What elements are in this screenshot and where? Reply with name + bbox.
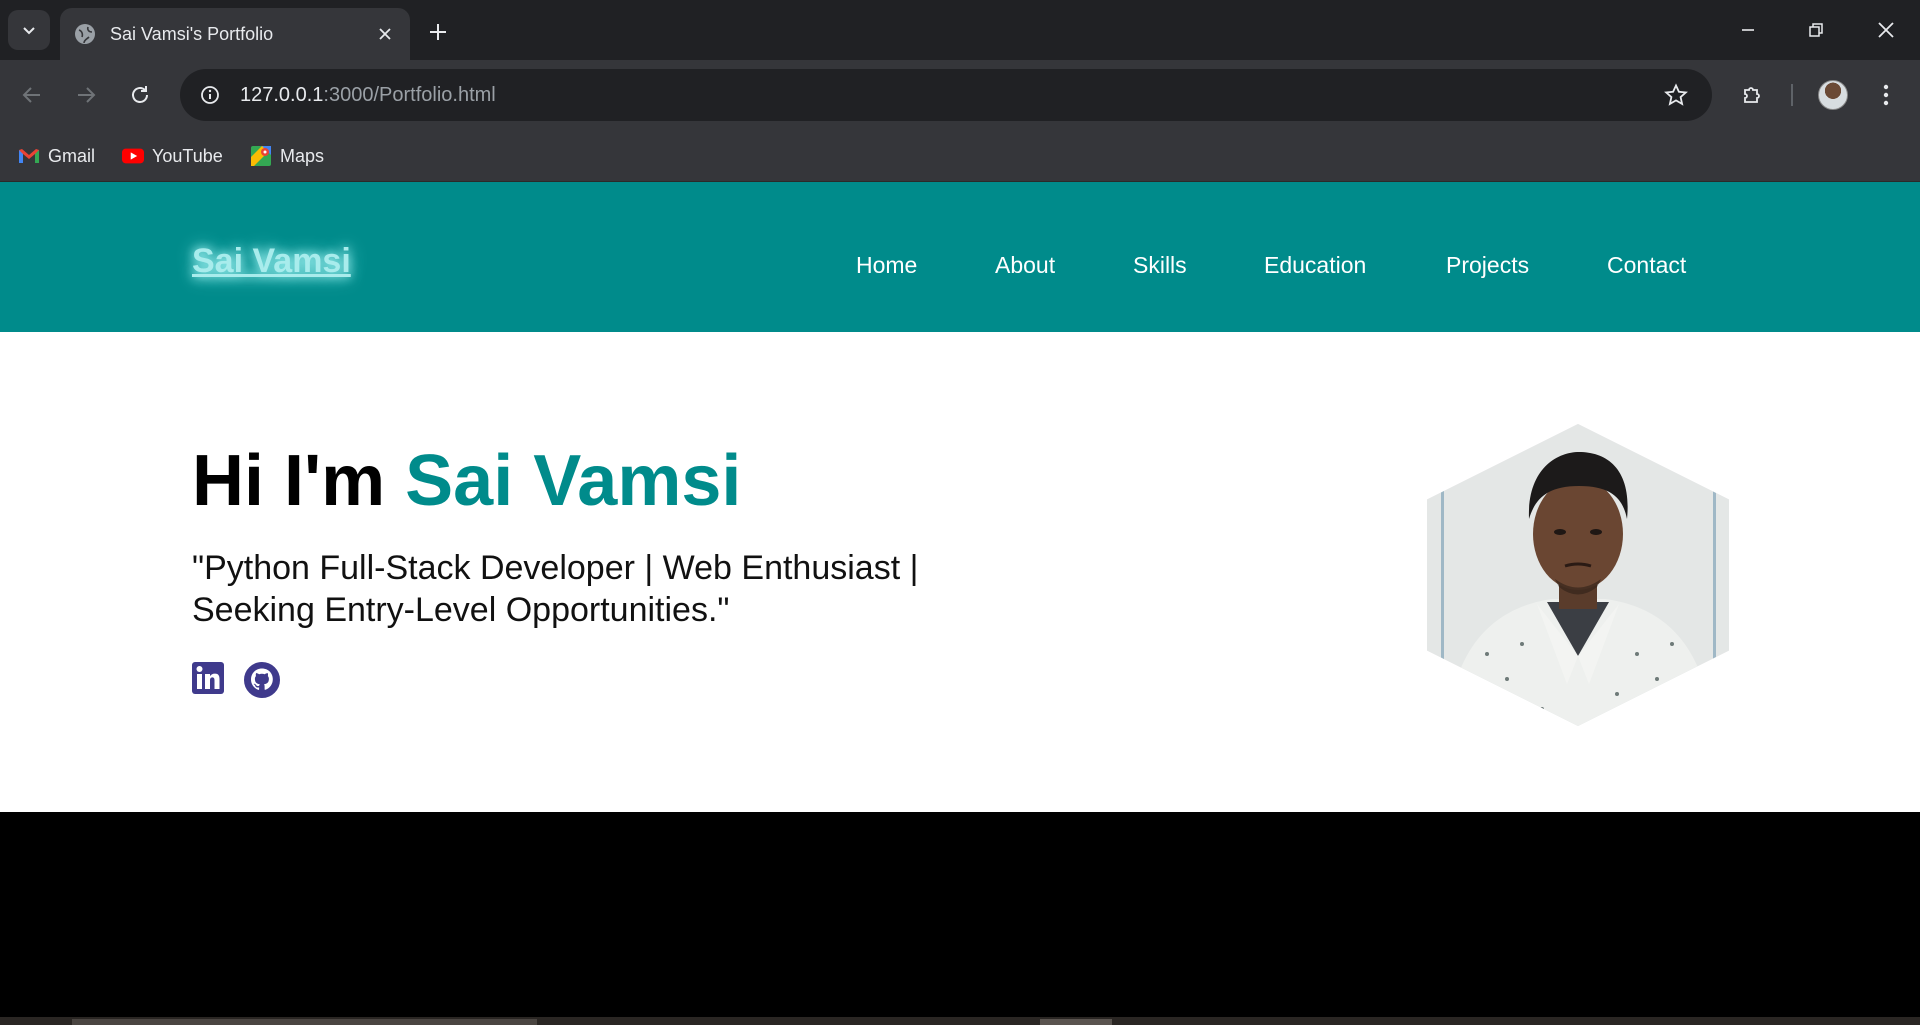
url-host: 127.0.0.1 (240, 83, 324, 106)
profile-avatar[interactable] (1818, 80, 1848, 110)
tab-title: Sai Vamsi's Portfolio (110, 23, 274, 44)
tab-search-button[interactable] (8, 10, 50, 50)
toolbar-divider (1791, 84, 1793, 106)
taskbar-strip (0, 1017, 1920, 1025)
nav-contact[interactable]: Contact (1607, 252, 1686, 279)
profile-photo-image (1427, 424, 1729, 726)
linkedin-icon (192, 662, 224, 694)
github-link[interactable] (244, 662, 280, 698)
linkedin-link[interactable] (192, 662, 228, 698)
brand-logo-link[interactable]: Sai Vamsi (192, 242, 351, 281)
hero-title: Hi I'm Sai Vamsi (192, 440, 741, 522)
gmail-icon (18, 147, 40, 165)
address-bar[interactable]: 127.0.0.1:3000/Portfolio.html (180, 69, 1712, 121)
github-icon (244, 662, 280, 698)
nav-projects[interactable]: Projects (1446, 252, 1529, 279)
nav-skills[interactable]: Skills (1133, 252, 1187, 279)
nav-home[interactable]: Home (856, 252, 917, 279)
bookmark-maps[interactable]: Maps (250, 142, 324, 170)
bookmark-label: YouTube (152, 145, 223, 166)
forward-button[interactable] (68, 77, 104, 113)
close-window-button[interactable] (1858, 10, 1914, 50)
bookmark-label: Gmail (48, 145, 96, 166)
chevron-down-icon (23, 27, 35, 35)
restore-icon (1809, 23, 1823, 37)
hero-section: Hi I'm Sai Vamsi "Python Full-Stack Deve… (0, 332, 1920, 812)
globe-icon (75, 24, 95, 44)
more-vertical-icon (1883, 84, 1889, 106)
close-tab-icon[interactable] (374, 23, 396, 45)
browser-menu-button[interactable] (1868, 77, 1904, 113)
plus-icon (430, 24, 446, 40)
url-path: :3000/Portfolio.html (323, 83, 496, 106)
restore-button[interactable] (1788, 10, 1844, 50)
active-tab[interactable]: Sai Vamsi's Portfolio (60, 8, 410, 60)
close-icon (1878, 22, 1894, 38)
arrow-left-icon (22, 87, 40, 103)
browser-toolbar: 127.0.0.1:3000/Portfolio.html (0, 60, 1920, 130)
hero-greeting: Hi I'm (192, 441, 406, 521)
reload-button[interactable] (122, 77, 158, 113)
hero-tagline: "Python Full-Stack Developer | Web Enthu… (192, 549, 919, 629)
bookmark-star-icon[interactable] (1658, 77, 1694, 113)
nav-education[interactable]: Education (1264, 252, 1366, 279)
extensions-button[interactable] (1735, 77, 1771, 113)
maps-icon (250, 146, 272, 166)
bookmark-youtube[interactable]: YouTube (122, 142, 223, 170)
bookmarks-bar: Gmail YouTube Maps (0, 130, 1920, 182)
taskbar-segment (72, 1019, 537, 1025)
back-button[interactable] (14, 77, 50, 113)
minimize-icon (1742, 29, 1754, 31)
site-header: Sai Vamsi Home About Skills Education Pr… (0, 182, 1920, 332)
bookmark-label: Maps (280, 145, 325, 166)
taskbar-segment (1040, 1019, 1112, 1025)
puzzle-icon (1744, 87, 1760, 103)
page-viewport: Sai Vamsi Home About Skills Education Pr… (0, 182, 1920, 1025)
youtube-icon (122, 147, 144, 165)
bookmark-gmail[interactable]: Gmail (18, 142, 95, 170)
new-tab-button[interactable] (422, 16, 454, 48)
hero-name: Sai Vamsi (405, 441, 742, 521)
reload-icon (132, 86, 148, 103)
site-info-icon[interactable] (194, 79, 226, 111)
arrow-right-icon (78, 87, 96, 103)
minimize-button[interactable] (1720, 10, 1776, 50)
tab-strip: Sai Vamsi's Portfolio (0, 0, 1920, 60)
url-text: 127.0.0.1:3000/Portfolio.html (240, 84, 1658, 107)
profile-photo (1427, 424, 1729, 726)
nav-about[interactable]: About (995, 252, 1055, 279)
